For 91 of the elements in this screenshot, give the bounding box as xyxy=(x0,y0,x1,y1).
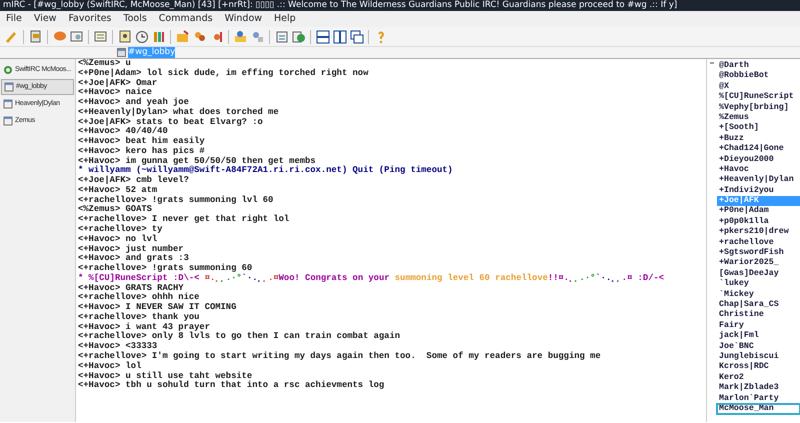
nick-item[interactable]: Joe`BNC xyxy=(717,342,800,352)
nick-item[interactable]: %[CU]RuneScript xyxy=(717,92,800,103)
nick-item[interactable]: McMoose_Man xyxy=(717,404,800,414)
chat-message: <+Havoc> just number xyxy=(78,244,185,254)
chat-message: <+P0ne|Adam> lol sick dude, im effing torched right now xyxy=(78,68,370,78)
nick-item[interactable]: %Zemus xyxy=(717,112,800,124)
chat-message: <+Joe|AFK> cmb level? xyxy=(78,176,190,186)
vertical-split-icon[interactable] xyxy=(332,28,348,44)
nick-item[interactable]: Fairy xyxy=(717,320,800,332)
list-window-icon[interactable] xyxy=(92,28,108,44)
chat-message: <+rachellove> I'm going to start writing my days again then too. Some of my readers are bugging me xyxy=(78,352,602,362)
nick-item[interactable]: Junglebiscui xyxy=(717,352,800,362)
nick-item[interactable]: +rachellove xyxy=(717,238,800,248)
nick-item[interactable]: jack|Fml xyxy=(717,331,800,342)
address-book-icon[interactable] xyxy=(116,28,132,44)
chat-message: <%Zemus> u xyxy=(78,59,132,68)
chat-message: <+rachellove> !grats summoning lvl 60 xyxy=(78,196,274,205)
chat-message: <+rachellove> ohhh nice xyxy=(78,293,200,303)
nick-item[interactable]: @X xyxy=(717,82,800,92)
chat-message: <+Havoc> im gunna get 50/50/50 then get membs xyxy=(78,156,316,166)
chat-message: <+rachellove> I never get that right lol xyxy=(78,215,290,224)
nick-item[interactable]: Kcross|RDC xyxy=(717,362,800,373)
chat-message: * willyamm (~willyamm@Swift-A84F72A1.ri.ri.cox.net) Quit (Ping timeout) xyxy=(78,166,454,176)
folder-icon[interactable] xyxy=(174,28,190,44)
chat-message: <+Havoc> i want 43 prayer xyxy=(78,322,211,332)
clock-icon[interactable] xyxy=(134,28,150,44)
nick-item[interactable]: +p0p0k1lla xyxy=(717,216,800,228)
menu-item[interactable]: Window xyxy=(218,11,268,27)
nick-item[interactable]: +Heavenly|Dylan xyxy=(717,175,800,186)
chat-message: <%Zemus> GOATS xyxy=(78,205,153,214)
menu-item[interactable]: Help xyxy=(268,11,302,27)
nick-item[interactable]: +pkers210|drew xyxy=(717,227,800,238)
chat-message: <+Havoc> GRATS RACHY xyxy=(78,284,184,293)
nick-item[interactable]: +Warior2025_ xyxy=(717,258,800,269)
window-icon xyxy=(4,82,14,92)
user-folder-icon[interactable] xyxy=(232,28,248,44)
chat-message: <+Havoc> 40/40/40 xyxy=(78,127,169,136)
menu-item[interactable]: View xyxy=(28,11,62,27)
nick-item[interactable]: [Gwas]DeeJay xyxy=(717,268,800,280)
nick-item[interactable]: Christine xyxy=(717,310,800,321)
window-icon[interactable] xyxy=(68,28,84,44)
chat-message: <+Havoc> tbh u sohuld turn that into a rsc achievments log xyxy=(78,381,386,392)
notepad-icon[interactable] xyxy=(274,28,290,44)
nick-item[interactable]: +Buzz xyxy=(717,134,800,144)
nick-item[interactable]: `lukey xyxy=(717,279,800,290)
menu-item[interactable]: Favorites xyxy=(62,11,118,27)
nick-item[interactable]: Mark|Zblade3 xyxy=(717,383,800,394)
menu-item[interactable]: Commands xyxy=(152,11,219,27)
window-icon xyxy=(3,116,13,126)
nick-item[interactable]: Marlon`Party xyxy=(717,394,800,404)
server-icon xyxy=(3,65,13,75)
nick-item[interactable]: +[Sooth] xyxy=(717,123,800,134)
chat-message: <+Joe|AFK> Omar xyxy=(78,78,158,88)
nick-item[interactable]: +Chad124|Gone xyxy=(717,144,800,155)
chat-message: <+Havoc> and yeah joe xyxy=(78,98,190,108)
chat-message: <+Heavenly|Dylan> what does torched me xyxy=(78,108,280,118)
chat-message: <+Joe|AFK> stats to beat Elvarg? :o xyxy=(78,118,264,127)
horizontal-split-icon[interactable] xyxy=(314,28,330,44)
chat-message: <+Havoc> no lvl xyxy=(78,234,158,244)
menu-item[interactable]: File xyxy=(0,11,28,27)
window-title: mIRC - [#wg_lobby (SwiftIRC, McMoose_Man) [43] [+nrRt]: ▯▯▯▯ .:: Welcome to The Wilderness Guardians Public IRC! Guardians please proceed to #wg .:: If y] xyxy=(0,0,800,11)
window-icon xyxy=(3,99,13,109)
nick-item[interactable]: %Vephy[brbing] xyxy=(717,102,800,113)
nick-item[interactable]: +Indivi2you xyxy=(717,186,800,196)
chat-message: <+Havoc> kero has pics # xyxy=(78,146,206,156)
globe-page-icon[interactable] xyxy=(290,28,306,44)
chat-message: <+Havoc> beat him easily xyxy=(78,137,206,146)
chat-message: <+rachellove> only 8 lvls to go then I can train combat again xyxy=(78,332,402,342)
chat-message: <+Havoc> 52 atm xyxy=(78,186,158,196)
chat-message: <+Havoc> lol xyxy=(78,362,142,372)
chat-message: <+Havoc> <33333 xyxy=(78,342,158,352)
nick-item[interactable]: +P0ne|Adam xyxy=(717,206,800,217)
document-icon[interactable] xyxy=(28,28,44,44)
nick-item[interactable]: `Mickey xyxy=(717,290,800,300)
nick-item[interactable]: +Dieyou2000 xyxy=(717,154,800,165)
chat-message: <+rachellove> ty xyxy=(78,225,164,234)
nick-item[interactable]: @Darth xyxy=(717,61,800,72)
cascade-windows-icon[interactable] xyxy=(348,28,364,44)
chat-message: <+rachellove> !grats summoning 60 xyxy=(78,264,254,274)
chat-message: * %[CU]RuneScript :D\-< ¤.¸¸.·°`·.¸¸.¤Woo! Congrats on your summoning level 60 rachellove!!¤.¸¸.·°`·.¸¸.¤ :D/-< xyxy=(78,274,666,284)
nick-item[interactable]: @RobbieBot xyxy=(717,71,800,82)
nick-item[interactable]: +SgtswordFish xyxy=(717,248,800,258)
chat-message: <+Havoc> naice xyxy=(78,88,153,98)
nick-item[interactable]: Kero2 xyxy=(717,372,800,384)
nick-item[interactable]: Chap|Sara_CS xyxy=(717,300,800,310)
chat-message: <+rachellove> thank you xyxy=(78,312,200,322)
chat-message: <+Havoc> and grats :3 xyxy=(78,254,190,264)
menu-item[interactable]: Tools xyxy=(117,11,153,27)
chat-message: <+Havoc> I NEVER SAW IT COMING xyxy=(78,303,238,312)
chat-message: <+Havoc> u still use taht website xyxy=(78,372,254,380)
nick-item[interactable]: +Havoc xyxy=(717,164,800,176)
